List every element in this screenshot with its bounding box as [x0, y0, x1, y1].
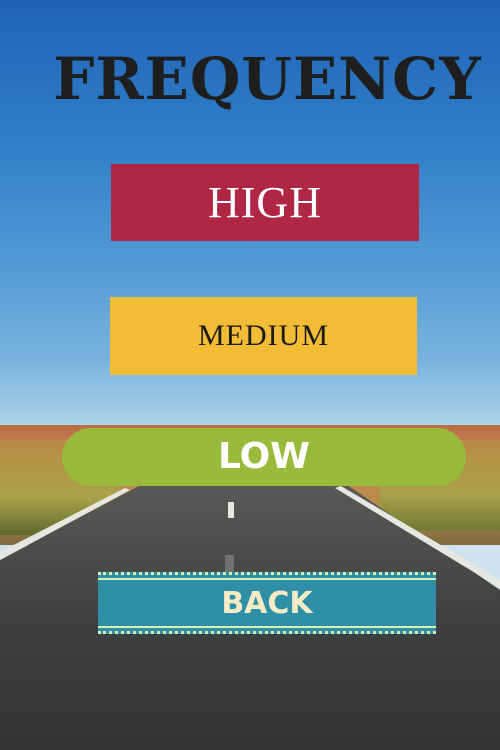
back-button[interactable]: BACK [98, 572, 436, 634]
back-button-border-top [98, 578, 436, 580]
low-button[interactable]: LOW [62, 428, 466, 486]
page-title: FREQUENCY [53, 45, 482, 113]
back-button-label: BACK [221, 586, 313, 621]
high-button[interactable]: HIGH [111, 164, 419, 241]
back-button-border-bottom [98, 626, 436, 628]
medium-button[interactable]: MEDIUM [110, 297, 417, 375]
frequency-screen: FREQUENCY HIGH MEDIUM LOW BACK [0, 0, 500, 750]
